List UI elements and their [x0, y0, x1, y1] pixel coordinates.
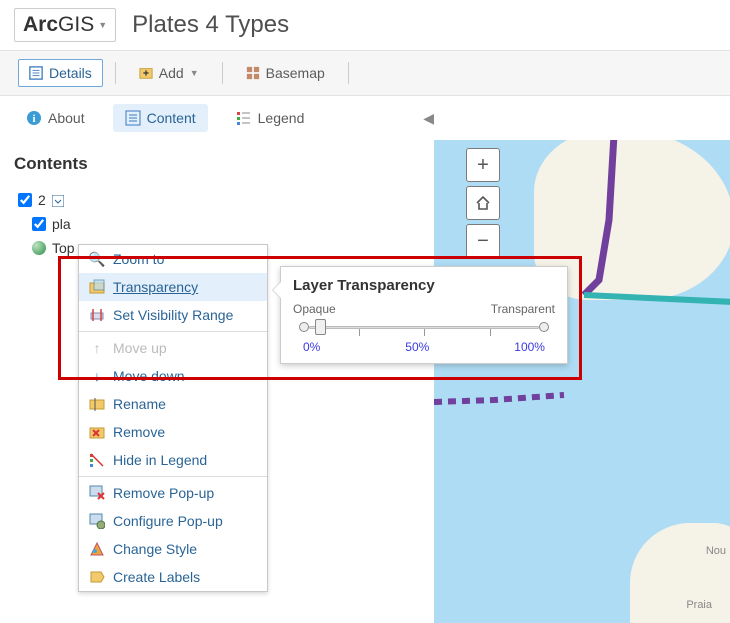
- brand-strong: Arc: [23, 13, 58, 36]
- zoom-out-button[interactable]: −: [466, 224, 500, 258]
- layer-label: Top: [52, 240, 75, 256]
- map-title: Plates 4 Types: [132, 11, 289, 39]
- menu-zoom-to[interactable]: 🔍Zoom to: [79, 245, 267, 273]
- slider-min-stop: [299, 322, 309, 332]
- chevron-down-icon: ▼: [190, 68, 199, 78]
- menu-configure-popup[interactable]: Configure Pop-up: [79, 507, 267, 535]
- transparency-popover: Layer Transparency Opaque Transparent 0%…: [280, 266, 568, 364]
- layer-row[interactable]: pla: [32, 216, 420, 232]
- slider-tick-label: 50%: [405, 340, 429, 354]
- menu-rename[interactable]: Rename: [79, 390, 267, 418]
- menu-change-style[interactable]: Change Style: [79, 535, 267, 563]
- menu-transparency[interactable]: Transparency: [79, 273, 267, 301]
- arrow-up-icon: ↑: [89, 340, 105, 356]
- info-icon: i: [26, 110, 42, 126]
- layer-dropdown-icon[interactable]: [52, 194, 64, 206]
- rename-icon: [89, 396, 105, 412]
- basemap-button[interactable]: Basemap: [235, 59, 336, 87]
- globe-icon: [32, 241, 46, 255]
- details-button[interactable]: Details: [18, 59, 103, 87]
- basemap-label: Basemap: [266, 65, 325, 81]
- layer-checkbox[interactable]: [18, 193, 32, 207]
- slider-tick-label: 0%: [303, 340, 320, 354]
- arrow-down-icon: ↓: [89, 368, 105, 384]
- slider-max-stop: [539, 322, 549, 332]
- arcgis-brand-dropdown[interactable]: ArcGIS ▼: [14, 8, 116, 42]
- zoom-icon: 🔍: [89, 251, 105, 267]
- toolbar-divider: [348, 62, 349, 84]
- toolbar-divider: [222, 62, 223, 84]
- legend-icon: [236, 110, 252, 126]
- menu-hide-legend[interactable]: Hide in Legend: [79, 446, 267, 474]
- svg-text:i: i: [32, 113, 35, 125]
- layer-checkbox[interactable]: [32, 217, 46, 231]
- add-button[interactable]: Add ▼: [128, 59, 210, 87]
- slider-tick-label: 100%: [514, 340, 545, 354]
- add-label: Add: [159, 65, 184, 81]
- tab-about[interactable]: i About: [14, 104, 97, 132]
- collapse-panel-icon[interactable]: ◀: [423, 110, 434, 127]
- layer-row[interactable]: 2: [18, 192, 420, 208]
- zoom-in-button[interactable]: +: [466, 148, 500, 182]
- map-canvas[interactable]: Nou Praia + −: [434, 140, 730, 623]
- details-icon: [29, 66, 43, 80]
- map-label: Nou: [706, 545, 726, 557]
- labels-icon: [89, 569, 105, 585]
- tab-legend[interactable]: Legend: [224, 104, 317, 132]
- brand-rest: GIS: [58, 13, 94, 36]
- visibility-icon: [89, 307, 105, 323]
- slider-right-label: Transparent: [491, 302, 555, 316]
- add-icon: [139, 66, 153, 80]
- contents-heading: Contents: [14, 154, 420, 174]
- slider-thumb[interactable]: [315, 319, 326, 335]
- remove-popup-icon: [89, 485, 105, 501]
- menu-remove[interactable]: Remove: [79, 418, 267, 446]
- menu-visibility-range[interactable]: Set Visibility Range: [79, 301, 267, 329]
- menu-remove-popup[interactable]: Remove Pop-up: [79, 479, 267, 507]
- home-button[interactable]: [466, 186, 500, 220]
- hide-legend-icon: [89, 452, 105, 468]
- details-label: Details: [49, 65, 92, 81]
- content-icon: [125, 110, 141, 126]
- configure-popup-icon: [89, 513, 105, 529]
- menu-create-labels[interactable]: Create Labels: [79, 563, 267, 591]
- layer-context-menu: 🔍Zoom to Transparency Set Visibility Ran…: [78, 244, 268, 592]
- layer-label: 2: [38, 192, 46, 208]
- tab-legend-label: Legend: [258, 110, 305, 126]
- map-label: Praia: [686, 599, 712, 611]
- main-toolbar: Details Add ▼ Basemap: [0, 50, 730, 96]
- tab-content-label: Content: [147, 110, 196, 126]
- layer-label: pla: [52, 216, 71, 232]
- transparency-slider[interactable]: [293, 318, 555, 338]
- tab-content[interactable]: Content: [113, 104, 208, 132]
- transparency-icon: [89, 279, 105, 295]
- tab-about-label: About: [48, 110, 85, 126]
- basemap-icon: [246, 66, 260, 80]
- change-style-icon: [89, 541, 105, 557]
- popover-title: Layer Transparency: [293, 277, 555, 294]
- menu-move-down[interactable]: ↓Move down: [79, 362, 267, 390]
- slider-left-label: Opaque: [293, 302, 336, 316]
- remove-icon: [89, 424, 105, 440]
- menu-move-up: ↑Move up: [79, 334, 267, 362]
- toolbar-divider: [115, 62, 116, 84]
- chevron-down-icon: ▼: [98, 20, 107, 30]
